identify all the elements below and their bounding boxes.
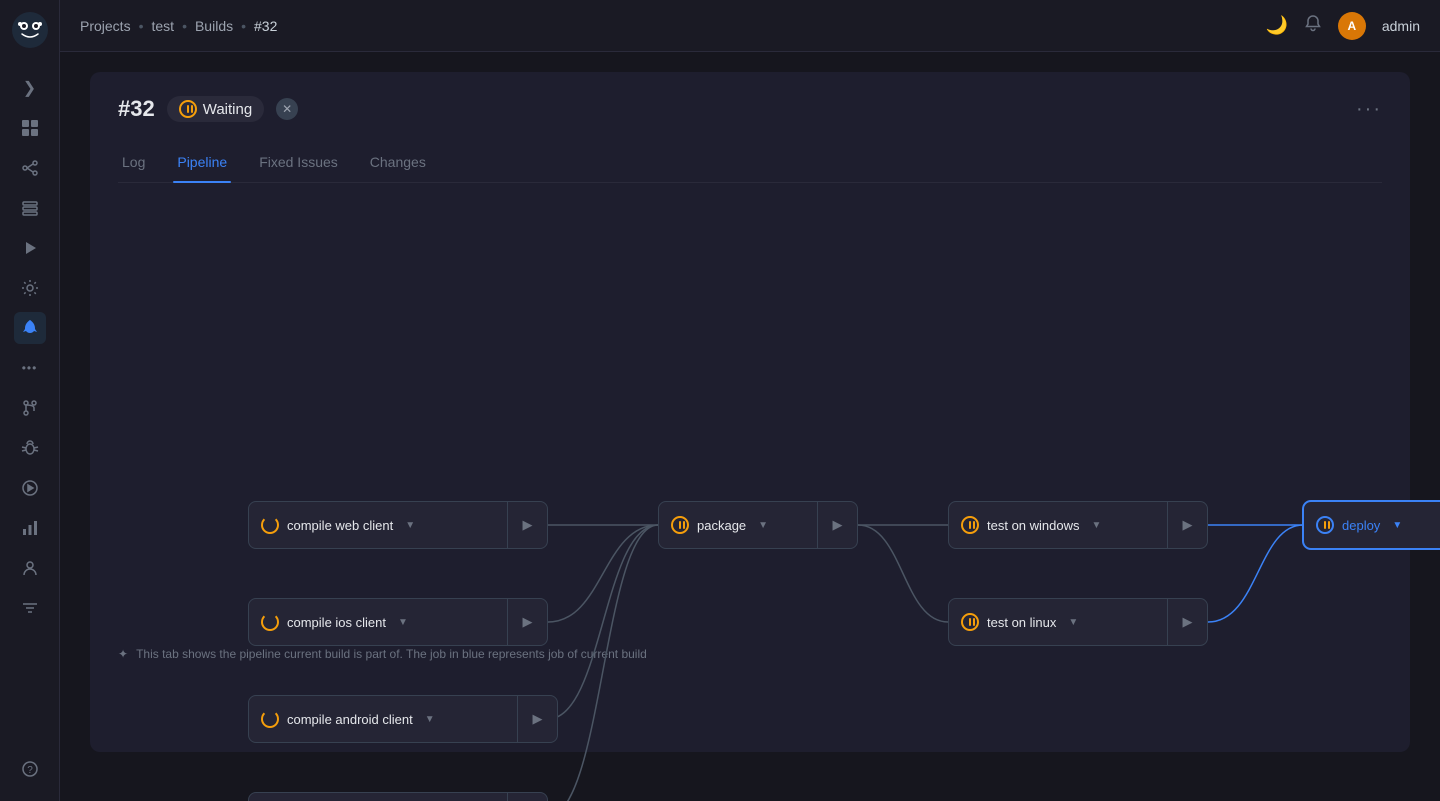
breadcrumb: Projects • test • Builds • #32 bbox=[80, 18, 277, 34]
job-play-button[interactable]: ▶ bbox=[817, 502, 857, 548]
play-circle-icon[interactable] bbox=[14, 472, 46, 504]
pipeline-icon[interactable] bbox=[14, 152, 46, 184]
theme-toggle-icon[interactable]: 🌙 bbox=[1265, 15, 1287, 36]
notification-icon[interactable] bbox=[1304, 14, 1322, 37]
main-content: Projects • test • Builds • #32 🌙 A admin… bbox=[60, 0, 1440, 801]
more-options-button[interactable]: ··· bbox=[1356, 98, 1382, 121]
spin-icon bbox=[261, 516, 279, 534]
pause-icon bbox=[961, 613, 979, 631]
pipeline-info: ✦ This tab shows the pipeline current bu… bbox=[118, 647, 1382, 661]
build-card: #32 Waiting ✕ ··· Log Pipeline Fixed Iss… bbox=[90, 72, 1410, 752]
breadcrumb-current: #32 bbox=[254, 18, 277, 34]
bug-icon[interactable] bbox=[14, 432, 46, 464]
job-play-button[interactable]: ▶ bbox=[507, 793, 547, 801]
topnav-right: 🌙 A admin bbox=[1265, 12, 1420, 40]
rocket-icon[interactable] bbox=[14, 312, 46, 344]
job-label-area: deploy ▼ bbox=[1304, 516, 1440, 534]
job-label-area: compile ios client ▼ bbox=[249, 613, 507, 631]
job-play-button[interactable]: ▶ bbox=[517, 696, 557, 742]
build-list-icon[interactable] bbox=[14, 192, 46, 224]
pause-icon bbox=[1316, 516, 1334, 534]
job-dropdown-icon[interactable]: ▼ bbox=[1092, 520, 1102, 531]
tab-pipeline[interactable]: Pipeline bbox=[173, 146, 231, 182]
job-dropdown-icon[interactable]: ▼ bbox=[398, 617, 408, 628]
job-compile-ios-client[interactable]: compile ios client ▼ ▶ bbox=[248, 598, 548, 646]
job-package[interactable]: package ▼ ▶ bbox=[658, 501, 858, 549]
waiting-icon bbox=[179, 100, 197, 118]
job-compile-android-client[interactable]: compile android client ▼ ▶ bbox=[248, 695, 558, 743]
pause-icon bbox=[671, 516, 689, 534]
job-play-button[interactable]: ▶ bbox=[1167, 599, 1207, 645]
spin-icon bbox=[261, 613, 279, 631]
job-dropdown-icon[interactable]: ▼ bbox=[1068, 617, 1078, 628]
filter-settings-icon[interactable] bbox=[14, 592, 46, 624]
run-icon[interactable] bbox=[14, 232, 46, 264]
job-label-area: compile android client ▼ bbox=[249, 710, 517, 728]
build-status-text: Waiting bbox=[203, 101, 252, 118]
pipeline-canvas: compile web client ▼ ▶ compile ios clien… bbox=[118, 211, 1382, 631]
job-label-area: package ▼ bbox=[659, 516, 817, 534]
status-badge: Waiting bbox=[167, 96, 264, 122]
chart-icon[interactable] bbox=[14, 512, 46, 544]
job-compile-web-client[interactable]: compile web client ▼ ▶ bbox=[248, 501, 548, 549]
pause-icon bbox=[961, 516, 979, 534]
build-header: #32 Waiting ✕ ··· bbox=[118, 96, 1382, 122]
breadcrumb-sep-3: • bbox=[241, 18, 246, 34]
job-name: compile web client bbox=[287, 518, 393, 533]
job-name: test on linux bbox=[987, 615, 1056, 630]
pipeline-connections bbox=[118, 211, 1382, 631]
job-play-button[interactable]: ▶ bbox=[507, 599, 547, 645]
job-name: test on windows bbox=[987, 518, 1080, 533]
job-name: deploy bbox=[1342, 518, 1380, 533]
job-dropdown-icon[interactable]: ▼ bbox=[1392, 520, 1402, 531]
job-dropdown-icon[interactable]: ▼ bbox=[405, 520, 415, 531]
job-dropdown-icon[interactable]: ▼ bbox=[425, 714, 435, 725]
help-icon[interactable]: ? bbox=[14, 753, 46, 785]
info-icon: ✦ bbox=[118, 647, 128, 661]
breadcrumb-builds[interactable]: Builds bbox=[195, 18, 233, 34]
job-deploy[interactable]: deploy ▼ ▶ bbox=[1303, 501, 1440, 549]
sidebar-toggle-icon[interactable]: ❯ bbox=[14, 72, 46, 104]
team-icon[interactable] bbox=[14, 552, 46, 584]
tab-log[interactable]: Log bbox=[118, 146, 149, 182]
job-compile-backend[interactable]: compile backend ▼ ▶ bbox=[248, 792, 548, 801]
sidebar: ❯ ••• ? bbox=[0, 0, 60, 801]
user-avatar[interactable]: A bbox=[1338, 12, 1366, 40]
job-name: package bbox=[697, 518, 746, 533]
breadcrumb-test[interactable]: test bbox=[151, 18, 174, 34]
user-name: admin bbox=[1382, 18, 1420, 34]
tab-changes[interactable]: Changes bbox=[366, 146, 430, 182]
job-play-button[interactable]: ▶ bbox=[507, 502, 547, 548]
job-name: compile ios client bbox=[287, 615, 386, 630]
svg-text:?: ? bbox=[27, 765, 33, 776]
top-navigation: Projects • test • Builds • #32 🌙 A admin bbox=[60, 0, 1440, 52]
tab-fixed-issues[interactable]: Fixed Issues bbox=[255, 146, 342, 182]
app-logo[interactable] bbox=[12, 12, 48, 48]
job-test-on-windows[interactable]: test on windows ▼ ▶ bbox=[948, 501, 1208, 549]
more-dots-icon[interactable]: ••• bbox=[14, 352, 46, 384]
breadcrumb-sep-1: • bbox=[139, 18, 144, 34]
job-dropdown-icon[interactable]: ▼ bbox=[758, 520, 768, 531]
job-play-button[interactable]: ▶ bbox=[1167, 502, 1207, 548]
settings-icon[interactable] bbox=[14, 272, 46, 304]
spin-icon bbox=[261, 710, 279, 728]
dashboard-icon[interactable] bbox=[14, 112, 46, 144]
pipeline-info-text: This tab shows the pipeline current buil… bbox=[136, 647, 647, 661]
page-content: #32 Waiting ✕ ··· Log Pipeline Fixed Iss… bbox=[60, 52, 1440, 801]
job-label-area: test on windows ▼ bbox=[949, 516, 1167, 534]
build-number: #32 bbox=[118, 96, 155, 122]
build-tabs: Log Pipeline Fixed Issues Changes bbox=[118, 146, 1382, 183]
breadcrumb-projects[interactable]: Projects bbox=[80, 18, 131, 34]
breadcrumb-sep-2: • bbox=[182, 18, 187, 34]
job-test-on-linux[interactable]: test on linux ▼ ▶ bbox=[948, 598, 1208, 646]
git-icon[interactable] bbox=[14, 392, 46, 424]
job-name: compile android client bbox=[287, 712, 413, 727]
cancel-button[interactable]: ✕ bbox=[276, 98, 298, 120]
job-label-area: compile web client ▼ bbox=[249, 516, 507, 534]
job-label-area: test on linux ▼ bbox=[949, 613, 1167, 631]
